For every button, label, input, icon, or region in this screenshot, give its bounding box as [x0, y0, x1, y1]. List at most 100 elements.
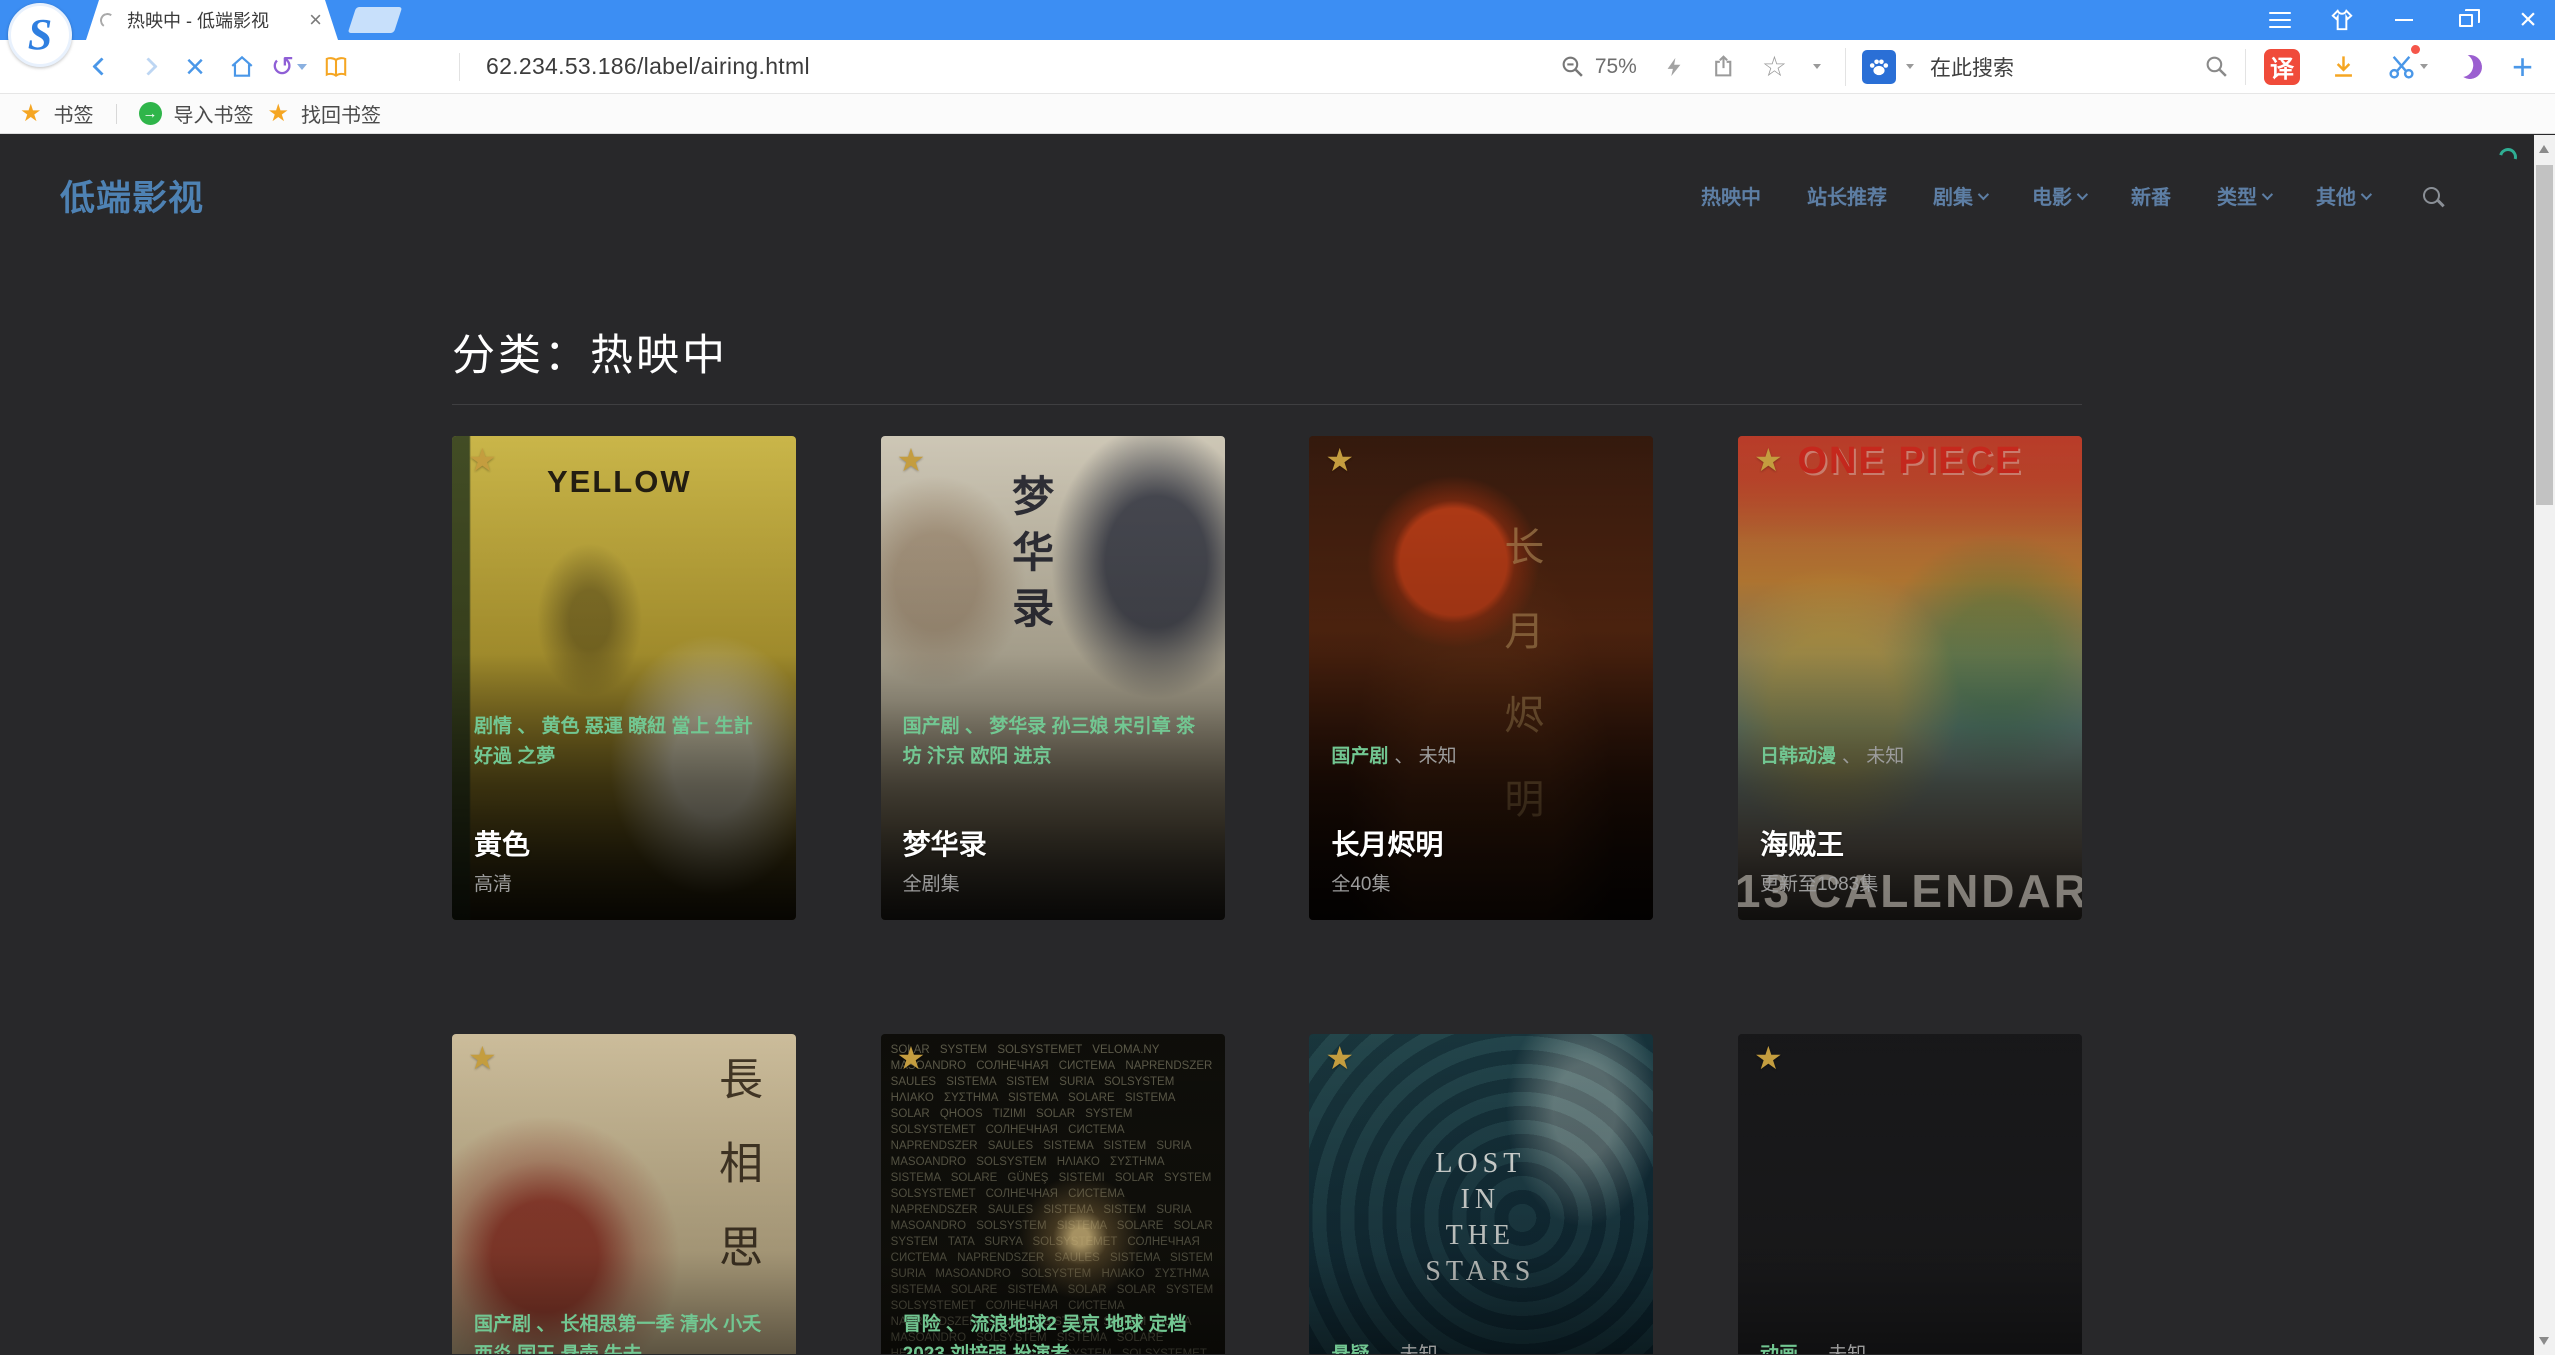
search-box[interactable]: 在此搜索: [1845, 48, 2245, 86]
poster-shade: [881, 1034, 1225, 1354]
browser-toolbar: × ↺ 62.234.53.186/label/airing.html 75% …: [0, 40, 2555, 94]
chevron-down-icon: [2262, 188, 2273, 199]
reading-mode-button[interactable]: [323, 54, 349, 80]
bookmark-item-import[interactable]: → 导入书签: [139, 99, 254, 128]
restore-icon: [2459, 14, 2473, 27]
tab-loading-spinner-icon: [99, 11, 116, 28]
nav-item-series[interactable]: 剧集: [1933, 181, 1986, 210]
zoom-out-icon[interactable]: [1560, 54, 1585, 79]
nav-label: 新番: [2131, 181, 2171, 210]
translate-button[interactable]: 译: [2264, 49, 2300, 85]
page-title: 分类：热映中: [452, 321, 2082, 383]
movie-tags: 日韩动漫、 未知: [1760, 742, 2060, 772]
search-icon[interactable]: [2204, 54, 2229, 79]
restore-button[interactable]: [2453, 7, 2479, 33]
star-icon: ★: [20, 102, 42, 126]
url-text[interactable]: 62.234.53.186/label/airing.html: [486, 53, 810, 80]
nav-item-airing[interactable]: 热映中: [1701, 181, 1761, 210]
movie-card-haizeiwang[interactable]: ONE PIECE 2013 CALENDAR ★ 日韩动漫、 未知 海贼王 更…: [1738, 436, 2082, 920]
movie-title: 长月烬明: [1331, 828, 1631, 862]
browser-menu-button[interactable]: [2267, 7, 2293, 33]
movie-card-menghualu[interactable]: 梦华录 ★ 国产剧 、 梦华录 孙三娘 宋引章 茶坊 汴京 欧阳 进京 梦华录 …: [881, 436, 1225, 920]
lightning-icon[interactable]: [1663, 55, 1685, 79]
refresh-button[interactable]: ↺: [276, 54, 302, 80]
movie-subtitle: 全40集: [1331, 874, 1631, 896]
share-icon[interactable]: [1711, 54, 1736, 79]
add-extension-icon[interactable]: +: [2512, 49, 2533, 85]
scissors-icon: [2387, 52, 2416, 81]
nav-label: 电影: [2032, 181, 2072, 210]
browser-logo-letter: S: [28, 13, 52, 57]
scrollbar-down-arrow[interactable]: [2539, 1337, 2549, 1345]
bookmark-label: 书签: [54, 99, 94, 128]
star-badge-icon: ★: [468, 1042, 497, 1074]
chevron-down-icon: [297, 64, 307, 70]
nav-item-recommend[interactable]: 站长推荐: [1807, 181, 1887, 210]
theme-skin-button[interactable]: [2329, 7, 2355, 33]
movie-subtitle: 高清: [474, 874, 774, 896]
browser-tab[interactable]: 热映中 - 低端影视 ×: [86, 0, 338, 40]
chevron-down-icon[interactable]: [1906, 64, 1914, 69]
minimize-button[interactable]: [2391, 7, 2417, 33]
movie-card-liulangdiqiu2[interactable]: SOLAR SYSTEM SOLSYSTEMET VELOMA.NY MASOA…: [881, 1034, 1225, 1354]
search-engine-paw-icon[interactable]: [1862, 50, 1896, 84]
screenshot-button[interactable]: [2387, 52, 2428, 81]
movie-tags: 国产剧、 未知: [1331, 742, 1631, 772]
back-button[interactable]: [88, 54, 114, 80]
nav-item-other[interactable]: 其他: [2316, 181, 2369, 210]
nav-item-new-anime[interactable]: 新番: [2131, 181, 2171, 210]
tab-bar: S 热映中 - 低端影视 × ×: [0, 0, 2555, 40]
nav-item-genre[interactable]: 类型: [2217, 181, 2270, 210]
browser-logo[interactable]: S: [8, 3, 72, 67]
night-mode-icon[interactable]: [2455, 52, 2484, 81]
movie-tags: 国产剧 、 长相思第一季 清水 小夭 西炎 国王 悬壶 失去: [474, 1310, 774, 1354]
site-logo[interactable]: 低端影视: [60, 170, 204, 221]
star-badge-icon: ★: [1754, 444, 1783, 476]
scrollbar-up-arrow[interactable]: [2539, 145, 2549, 153]
movie-card-changyuejinming[interactable]: 长月烬明 ★ 国产剧、 未知 长月烬明 全40集: [1309, 436, 1653, 920]
tab-close-icon[interactable]: ×: [309, 9, 322, 31]
site-search-icon[interactable]: [2423, 187, 2440, 204]
back-icon: [92, 57, 110, 75]
hamburger-icon: [2269, 12, 2291, 29]
address-separator: [459, 53, 460, 81]
close-button[interactable]: ×: [2515, 7, 2541, 33]
zoom-level[interactable]: 75%: [1595, 55, 1637, 79]
download-icon[interactable]: [2330, 53, 2357, 80]
new-tab-button[interactable]: [348, 7, 402, 33]
notification-dot: [2411, 45, 2420, 54]
import-arrow-icon: →: [139, 102, 162, 125]
stop-icon: ×: [185, 50, 205, 84]
scrollbar[interactable]: [2534, 135, 2555, 1355]
tshirt-icon: [2329, 7, 2355, 33]
search-input[interactable]: 在此搜索: [1930, 52, 2194, 82]
bookmark-item-recover[interactable]: ★ 找回书签: [268, 99, 382, 128]
stop-button[interactable]: ×: [182, 54, 208, 80]
nav-label: 类型: [2217, 181, 2257, 210]
movie-title: 梦华录: [903, 828, 1203, 862]
chevron-down-icon[interactable]: [1813, 64, 1821, 69]
movie-card-huangse[interactable]: YELLOW ★ 剧情 、 黄色 惡運 瞭紐 當上 生計 好過 之夢 黄色 高清: [452, 436, 796, 920]
home-icon: [229, 53, 255, 80]
chevron-down-icon: [2361, 188, 2372, 199]
forward-button[interactable]: [135, 54, 161, 80]
star-badge-icon: ★: [897, 1042, 926, 1074]
book-icon: [323, 54, 349, 80]
home-button[interactable]: [229, 54, 255, 80]
bookmark-item-shuqian[interactable]: ★ 书签: [20, 99, 94, 128]
nav-item-movies[interactable]: 电影: [2032, 181, 2085, 210]
movie-card-changxiangsi[interactable]: 長相思 ★ 国产剧 、 长相思第一季 清水 小夭 西炎 国王 悬壶 失去: [452, 1034, 796, 1354]
scrollbar-thumb[interactable]: [2536, 165, 2553, 505]
movie-tags: 剧情 、 黄色 惡運 瞭紐 當上 生計 好過 之夢: [474, 712, 774, 772]
chevron-down-icon: [2420, 64, 2428, 69]
movie-title: 海贼王: [1760, 828, 2060, 862]
star-badge-icon: ★: [1754, 1042, 1783, 1074]
bookmark-page-icon[interactable]: ☆: [1762, 53, 1787, 81]
movie-card-donghua[interactable]: ★ 动画、 未知: [1738, 1034, 2082, 1354]
movie-card-lost-in-the-stars[interactable]: LOST IN THE STARS ★ 悬疑、 未知: [1309, 1034, 1653, 1354]
poster-shade: [1309, 1034, 1653, 1354]
star-badge-icon: ★: [1325, 444, 1354, 476]
movie-subtitle: 全剧集: [903, 874, 1203, 896]
poster-shade: [1738, 1034, 2082, 1354]
movie-grid: YELLOW ★ 剧情 、 黄色 惡運 瞭紐 當上 生計 好過 之夢 黄色 高清…: [452, 436, 2082, 1354]
